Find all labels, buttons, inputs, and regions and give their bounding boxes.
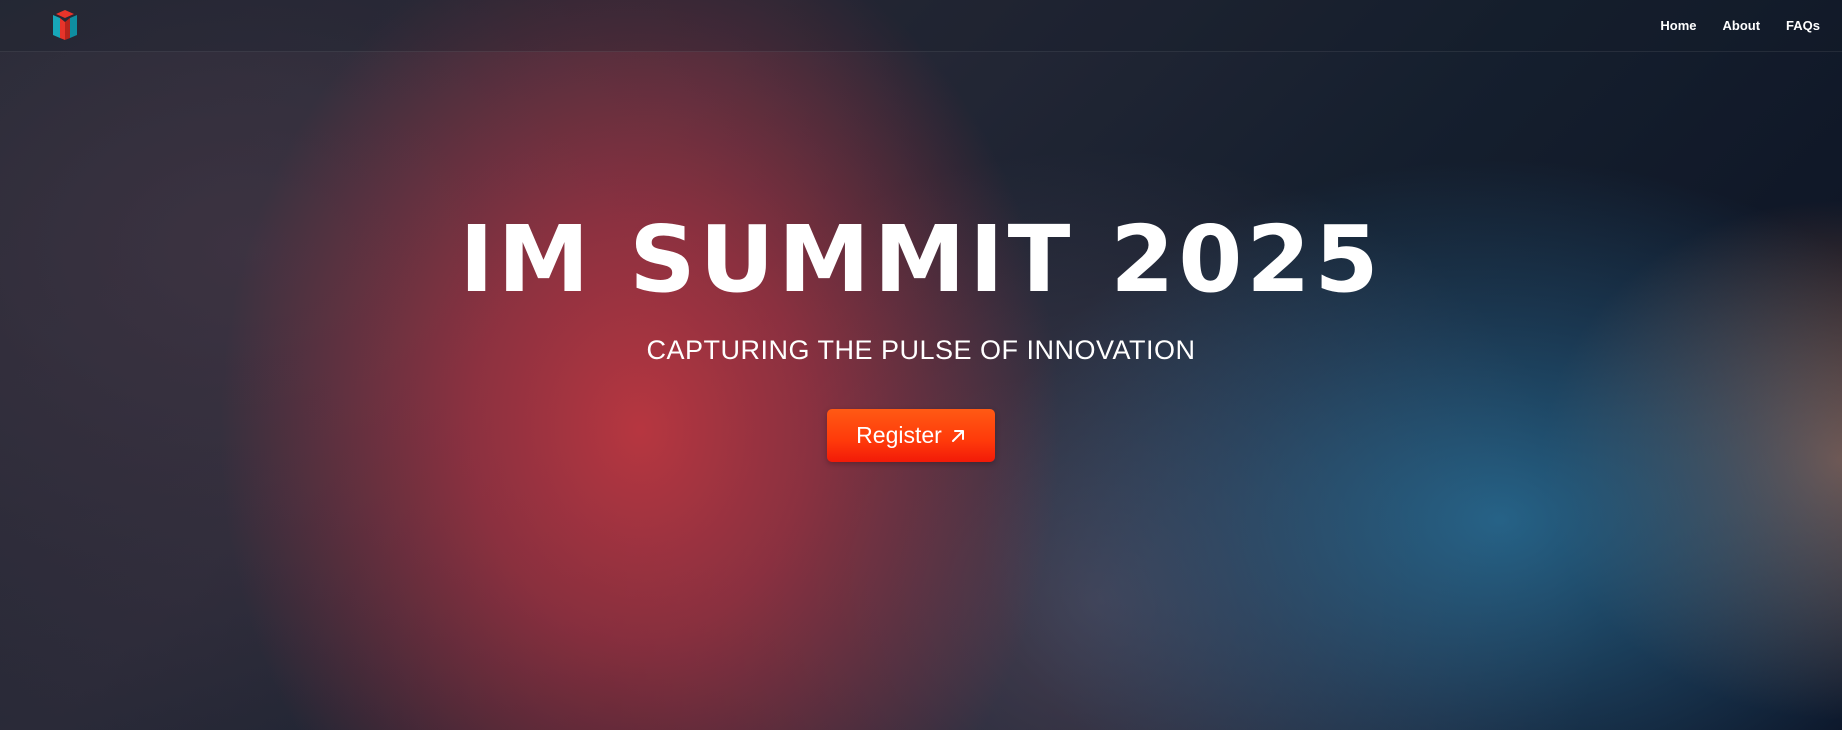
register-label: Register <box>856 422 942 448</box>
hero-title: IM SUMMIT 2025 <box>459 206 1383 313</box>
page: Home About FAQs IM SUMMIT 2025 CAPTURING… <box>0 0 1842 730</box>
hero-subtitle: CAPTURING THE PULSE OF INNOVATION <box>646 335 1196 365</box>
register-button[interactable]: Register <box>827 409 995 462</box>
arrow-up-right-icon <box>950 428 966 444</box>
hero-section: IM SUMMIT 2025 CAPTURING THE PULSE OF IN… <box>0 0 1842 730</box>
